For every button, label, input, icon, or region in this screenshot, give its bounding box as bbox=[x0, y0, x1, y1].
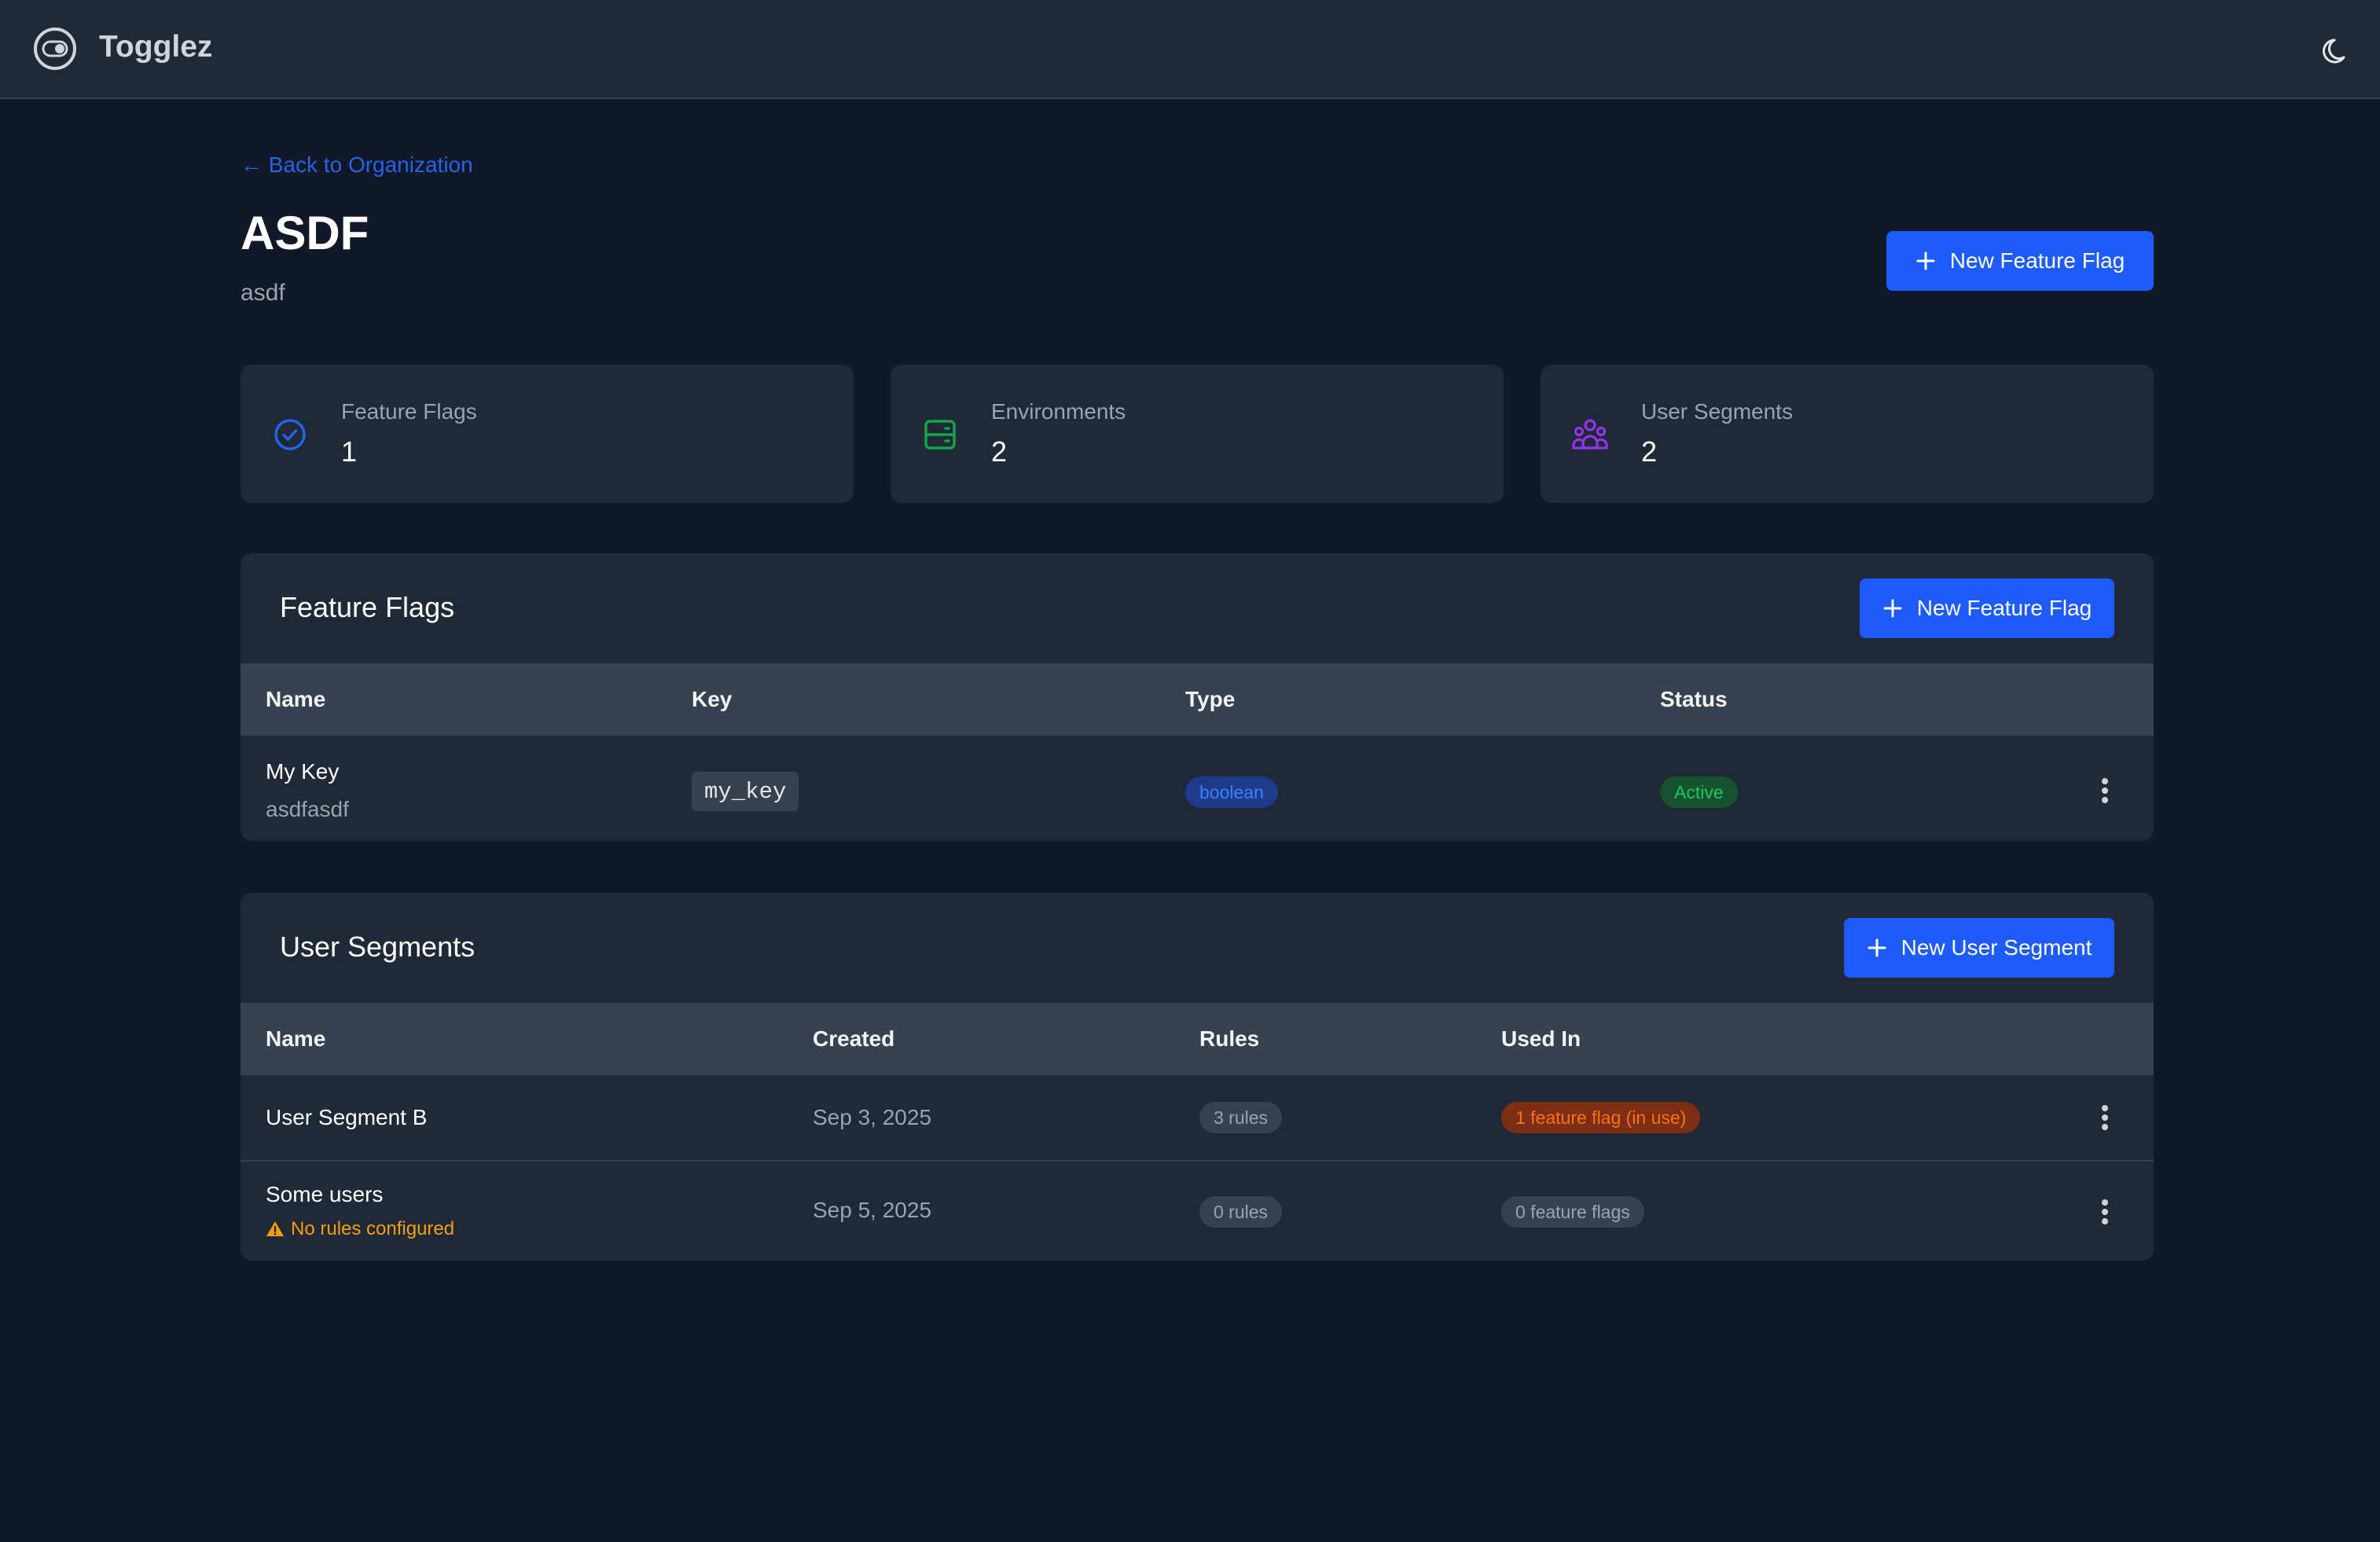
table-header: Name Key Type Status bbox=[241, 663, 2154, 736]
stat-label: Environments bbox=[991, 399, 1126, 424]
new-user-segment-label: New User Segment bbox=[1901, 935, 2092, 960]
feature-flags-panel: Feature Flags New Feature Flag Name Key … bbox=[241, 553, 2154, 841]
top-bar: Togglez bbox=[0, 0, 2380, 99]
table-row[interactable]: Some users No rules configured Sep 5, 20… bbox=[241, 1160, 2154, 1261]
new-feature-flag-button[interactable]: New Feature Flag bbox=[1886, 231, 2154, 291]
new-feature-flag-button[interactable]: New Feature Flag bbox=[1860, 578, 2114, 638]
segment-created: Sep 3, 2025 bbox=[813, 1105, 932, 1129]
server-icon bbox=[924, 420, 956, 450]
flag-key: my_key bbox=[692, 772, 799, 811]
stat-value: 2 bbox=[991, 435, 1008, 468]
moon-icon[interactable] bbox=[2319, 31, 2353, 66]
used-in-badge: 1 feature flag (in use) bbox=[1501, 1102, 1701, 1133]
stat-value: 1 bbox=[341, 435, 358, 468]
segment-name: User Segment B bbox=[266, 1105, 428, 1129]
project-key: asdf bbox=[241, 280, 285, 306]
rules-badge: 3 rules bbox=[1199, 1102, 1283, 1133]
segment-created: Sep 5, 2025 bbox=[813, 1198, 932, 1222]
type-badge: boolean bbox=[1185, 777, 1278, 808]
segment-name: Some users bbox=[266, 1182, 384, 1206]
table-header: Name Created Rules Used In bbox=[241, 1003, 2154, 1075]
panel-title: Feature Flags bbox=[280, 591, 455, 623]
column-header-rules: Rules bbox=[1199, 1026, 1260, 1051]
status-badge: Active bbox=[1660, 777, 1738, 808]
column-header-key: Key bbox=[692, 687, 733, 711]
flag-description: asdfasdf bbox=[266, 797, 349, 821]
no-rules-warning: No rules configured bbox=[266, 1218, 454, 1240]
column-header-type: Type bbox=[1185, 687, 1236, 711]
new-user-segment-button[interactable]: New User Segment bbox=[1844, 918, 2114, 978]
app-title: Togglez bbox=[99, 30, 213, 64]
stat-card-user-segments: User Segments 2 bbox=[1541, 365, 2154, 503]
column-header-created: Created bbox=[813, 1026, 895, 1051]
column-header-status: Status bbox=[1660, 687, 1728, 711]
column-header-name: Name bbox=[266, 1026, 326, 1051]
table-row[interactable]: My Key asdfasdf my_key boolean Active bbox=[241, 736, 2154, 841]
panel-title: User Segments bbox=[280, 931, 476, 963]
column-header-name: Name bbox=[266, 687, 326, 711]
plus-icon bbox=[1868, 938, 1886, 957]
user-segments-panel: User Segments New User Segment Name Crea… bbox=[241, 893, 2154, 1261]
user-group-icon bbox=[1572, 419, 1608, 450]
used-in-badge: 0 feature flags bbox=[1501, 1196, 1644, 1228]
stat-card-feature-flags: Feature Flags 1 bbox=[241, 365, 854, 503]
new-feature-flag-label: New Feature Flag bbox=[1916, 596, 2092, 620]
toggle-logo-icon bbox=[34, 28, 76, 70]
flag-name: My Key bbox=[266, 759, 340, 784]
page-title: ASDF bbox=[241, 207, 369, 259]
stat-label: Feature Flags bbox=[341, 399, 477, 424]
column-header-used-in: Used In bbox=[1501, 1026, 1581, 1051]
check-circle-icon bbox=[274, 419, 306, 450]
new-feature-flag-label: New Feature Flag bbox=[1949, 248, 2125, 273]
more-options-icon[interactable] bbox=[2089, 1102, 2121, 1133]
table-row[interactable]: User Segment B Sep 3, 2025 3 rules 1 fea… bbox=[241, 1075, 2154, 1160]
rules-badge: 0 rules bbox=[1199, 1196, 1283, 1228]
warning-text: No rules configured bbox=[291, 1218, 455, 1239]
warning-icon bbox=[266, 1221, 284, 1236]
plus-icon bbox=[1916, 251, 1935, 270]
more-options-icon[interactable] bbox=[2089, 775, 2121, 806]
stat-label: User Segments bbox=[1641, 399, 1793, 424]
plus-icon bbox=[1883, 599, 1902, 618]
stat-value: 2 bbox=[1641, 435, 1658, 468]
stat-card-environments: Environments 2 bbox=[891, 365, 1504, 503]
back-to-organization-link[interactable]: ← Back to Organization bbox=[241, 152, 473, 178]
more-options-icon[interactable] bbox=[2089, 1196, 2121, 1228]
